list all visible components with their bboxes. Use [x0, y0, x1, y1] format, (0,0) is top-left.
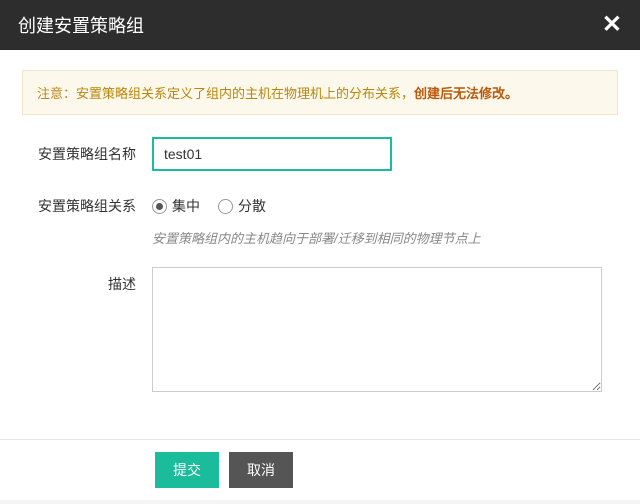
cancel-button[interactable]: 取消 [229, 452, 293, 488]
notice-text: 安置策略组关系定义了组内的主机在物理机上的分布关系， [76, 86, 414, 101]
notice-highlight: 创建后无法修改。 [414, 86, 518, 101]
radio-label: 集中 [172, 196, 200, 216]
modal: 创建安置策略组 ✕ 注意：安置策略组关系定义了组内的主机在物理机上的分布关系，创… [0, 0, 640, 500]
name-input[interactable] [152, 137, 392, 171]
name-label: 安置策略组名称 [22, 137, 152, 164]
radio-label: 分散 [238, 196, 266, 216]
form-row-relation: 安置策略组关系 集中 分散 [22, 189, 618, 216]
relation-radio-group: 集中 分散 [152, 189, 618, 216]
modal-body: 注意：安置策略组关系定义了组内的主机在物理机上的分布关系，创建后无法修改。 安置… [0, 50, 640, 439]
notice-prefix: 注意： [37, 86, 76, 101]
description-textarea[interactable] [152, 267, 602, 392]
relation-label: 安置策略组关系 [22, 189, 152, 216]
modal-title: 创建安置策略组 [18, 12, 144, 38]
radio-option-dispersed[interactable]: 分散 [218, 196, 266, 216]
modal-footer: 提交 取消 [0, 439, 640, 500]
notice-banner: 注意：安置策略组关系定义了组内的主机在物理机上的分布关系，创建后无法修改。 [22, 70, 618, 115]
radio-icon [218, 199, 233, 214]
close-icon[interactable]: ✕ [602, 13, 622, 37]
radio-icon [152, 199, 167, 214]
description-label: 描述 [22, 267, 152, 294]
radio-option-concentrated[interactable]: 集中 [152, 196, 200, 216]
form-row-name: 安置策略组名称 [22, 137, 618, 171]
modal-header: 创建安置策略组 ✕ [0, 0, 640, 50]
relation-help-text: 安置策略组内的主机趋向于部署/迁移到相同的物理节点上 [152, 228, 618, 247]
form-row-description: 描述 [22, 267, 618, 397]
submit-button[interactable]: 提交 [155, 452, 219, 488]
